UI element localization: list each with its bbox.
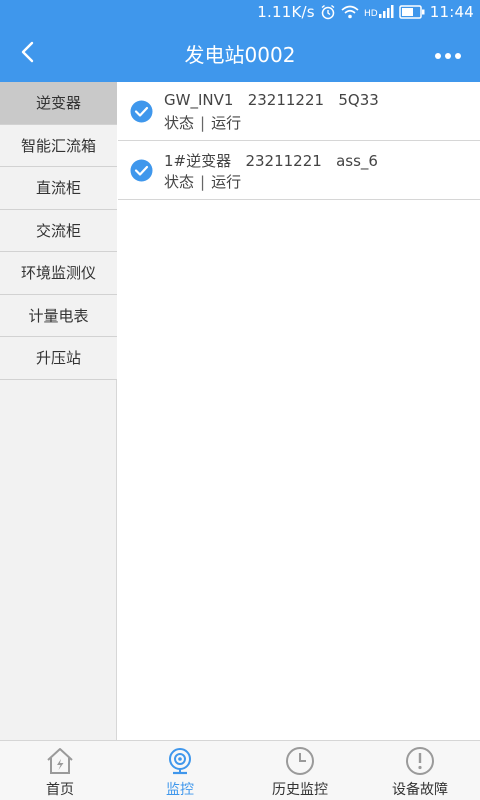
tab-label: 历史监控 [272, 782, 328, 798]
status-value: 运行 [211, 114, 242, 132]
status-icons: 1.11K/s HD 11:44 [257, 3, 474, 21]
sidebar-item-env-monitor[interactable]: 环境监测仪 [0, 252, 117, 295]
device-code: 23211221 [245, 152, 322, 170]
app-header: 1.11K/s HD 11:44 发电站0002 [0, 0, 480, 82]
status-value: 运行 [211, 173, 242, 191]
battery-icon [399, 5, 425, 19]
alarm-icon [320, 4, 336, 20]
tab-label: 设备故障 [392, 782, 448, 798]
device-info: GW_INV1 23211221 5Q33 [164, 91, 379, 109]
alert-icon [405, 746, 435, 776]
check-circle-icon[interactable] [130, 100, 153, 123]
sidebar-item-dc-cabinet[interactable]: 直流柜 [0, 167, 117, 210]
tab-monitor[interactable]: 监控 [120, 741, 240, 800]
status-bar: 1.11K/s HD 11:44 [0, 0, 480, 26]
sidebar-item-combiner-box[interactable]: 智能汇流箱 [0, 124, 117, 167]
svg-text:HD: HD [364, 9, 378, 19]
tab-home[interactable]: 首页 [0, 741, 120, 800]
sidebar-item-meter[interactable]: 计量电表 [0, 294, 117, 337]
list-item[interactable]: 1#逆变器 23211221 ass_6 状态 | 运行 [118, 141, 480, 200]
device-code: 23211221 [247, 91, 325, 109]
nav-bar: 发电站0002 [0, 26, 480, 82]
tab-device-fault[interactable]: 设备故障 [360, 741, 480, 800]
hd-signal-icon: HD [364, 4, 394, 20]
divider: | [200, 173, 206, 191]
status-label: 状态 [164, 114, 195, 132]
tab-history[interactable]: 历史监控 [240, 741, 360, 800]
list-item[interactable]: GW_INV1 23211221 5Q33 状态 | 运行 [118, 82, 480, 141]
device-id: 5Q33 [338, 91, 379, 109]
tab-label: 监控 [166, 782, 194, 798]
device-info: 1#逆变器 23211221 ass_6 [164, 150, 378, 171]
divider: | [200, 114, 206, 132]
more-dots-icon [434, 45, 462, 64]
camera-icon [165, 746, 195, 776]
more-button[interactable] [428, 39, 468, 69]
sidebar-item-booster-station[interactable]: 升压站 [0, 337, 117, 380]
category-sidebar: 逆变器 智能汇流箱 直流柜 交流柜 环境监测仪 计量电表 升压站 [0, 82, 117, 740]
clock-time: 11:44 [429, 3, 474, 21]
page-title: 发电站0002 [184, 43, 296, 67]
device-status: 状态 | 运行 [164, 112, 241, 133]
sidebar-item-ac-cabinet[interactable]: 交流柜 [0, 209, 117, 252]
device-status: 状态 | 运行 [164, 171, 241, 192]
wifi-icon [341, 4, 359, 20]
tab-label: 首页 [46, 782, 74, 798]
home-icon [45, 746, 75, 776]
sidebar-item-inverter[interactable]: 逆变器 [0, 82, 117, 125]
device-list: GW_INV1 23211221 5Q33 状态 | 运行 1#逆变器 232112… [118, 82, 480, 740]
device-name: 1#逆变器 [164, 152, 232, 170]
check-circle-icon[interactable] [130, 159, 153, 182]
clock-icon [285, 746, 315, 776]
device-id: ass_6 [336, 152, 378, 170]
status-label: 状态 [164, 173, 195, 191]
bottom-tab-bar: 首页 监控 历史监控 设备故障 [0, 740, 480, 800]
network-speed: 1.11K/s [257, 3, 315, 21]
device-name: GW_INV1 [164, 91, 234, 109]
